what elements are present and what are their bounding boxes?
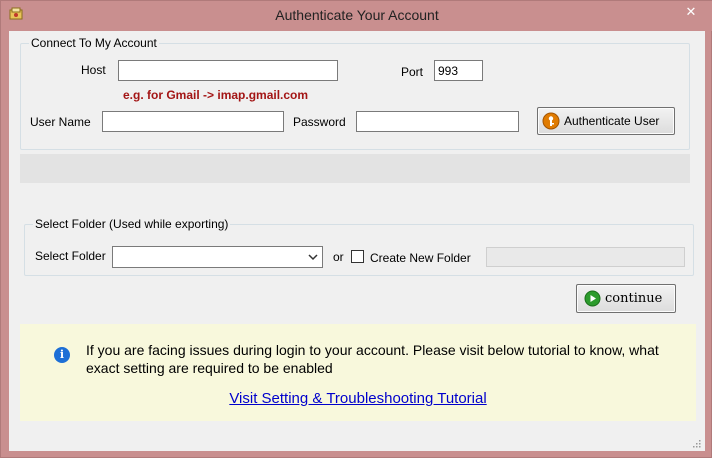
select-folder-label: Select Folder	[35, 249, 106, 263]
info-message: If you are facing issues during login to…	[86, 342, 659, 376]
create-new-folder-label[interactable]: Create New Folder	[370, 251, 471, 265]
info-icon: i	[54, 347, 70, 363]
authenticate-window: Authenticate Your Account ✕ Connect To M…	[0, 0, 712, 458]
info-panel: i If you are facing issues during login …	[20, 324, 696, 421]
chevron-down-icon	[308, 254, 318, 261]
select-folder-legend: Select Folder (Used while exporting)	[33, 217, 231, 231]
window-title: Authenticate Your Account	[275, 7, 439, 23]
close-button[interactable]: ✕	[673, 2, 709, 22]
resize-grip-icon[interactable]	[693, 440, 701, 448]
authenticate-user-button[interactable]: Authenticate User	[537, 107, 675, 135]
title-bar[interactable]: Authenticate Your Account ✕	[1, 1, 712, 31]
key-icon	[542, 112, 560, 130]
continue-button[interactable]: continue	[576, 284, 676, 313]
host-input[interactable]	[118, 60, 338, 81]
port-input[interactable]	[434, 60, 483, 81]
continue-label: continue	[605, 291, 663, 306]
play-icon	[584, 290, 601, 307]
or-label: or	[333, 250, 344, 264]
new-folder-input	[486, 247, 685, 267]
username-input[interactable]	[102, 111, 284, 132]
authenticate-user-label: Authenticate User	[564, 114, 660, 128]
connect-account-legend: Connect To My Account	[29, 36, 159, 50]
create-new-folder-checkbox[interactable]	[351, 250, 364, 263]
client-area: Connect To My Account Host Port e.g. for…	[9, 31, 705, 451]
troubleshooting-tutorial-link[interactable]: Visit Setting & Troubleshooting Tutorial	[20, 390, 696, 407]
port-label: Port	[401, 65, 424, 79]
host-label: Host	[81, 63, 106, 77]
password-input[interactable]	[356, 111, 519, 132]
username-label: User Name	[30, 115, 91, 129]
select-folder-dropdown[interactable]	[112, 246, 323, 268]
host-hint: e.g. for Gmail -> imap.gmail.com	[123, 88, 309, 102]
status-strip	[20, 154, 690, 183]
password-label: Password	[293, 115, 346, 129]
